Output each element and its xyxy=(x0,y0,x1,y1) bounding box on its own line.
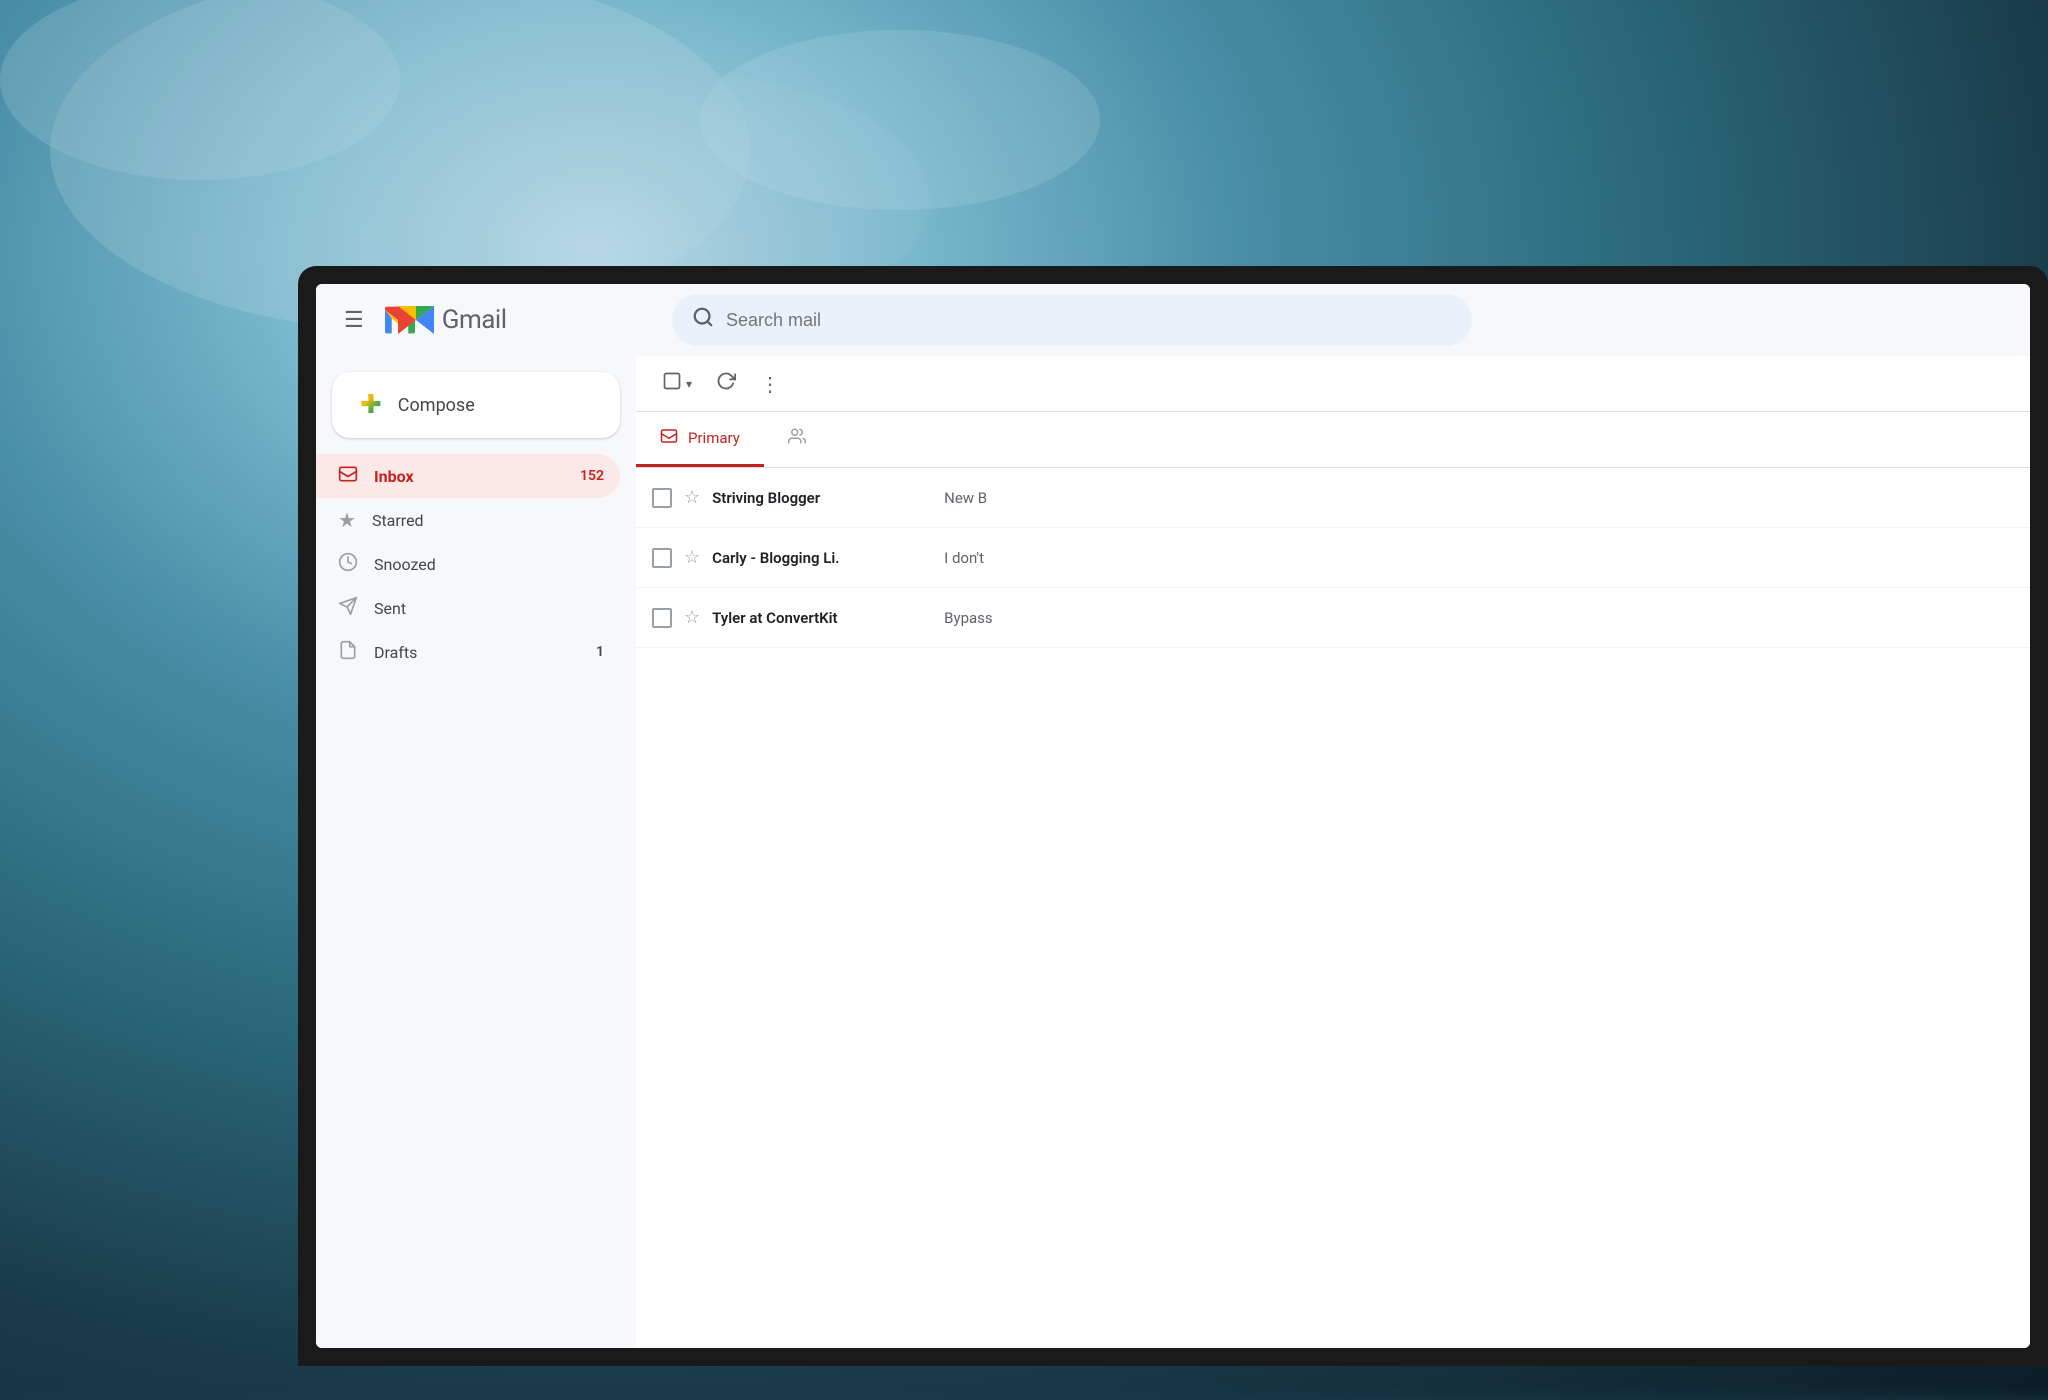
email-checkbox[interactable] xyxy=(652,548,672,568)
snoozed-icon xyxy=(338,552,358,576)
star-button[interactable]: ☆ xyxy=(684,547,700,568)
search-bar[interactable] xyxy=(672,294,1472,346)
email-sender: Carly - Blogging Li. xyxy=(712,549,932,567)
star-icon: ★ xyxy=(338,508,356,532)
dropdown-arrow-icon: ▾ xyxy=(686,377,692,391)
select-all-button[interactable]: ▾ xyxy=(652,363,702,404)
email-sender: Striving Blogger xyxy=(712,489,932,507)
star-button[interactable]: ☆ xyxy=(684,607,700,628)
compose-button[interactable]: ✚ Compose xyxy=(332,372,620,438)
search-input[interactable] xyxy=(726,310,1452,331)
tab-social[interactable] xyxy=(764,412,830,467)
email-preview: Bypass xyxy=(944,609,2014,627)
email-preview: I don't xyxy=(944,549,2014,567)
checkbox-icon xyxy=(662,371,682,396)
top-bar: ☰ xyxy=(316,284,2030,356)
drafts-icon xyxy=(338,640,358,664)
sent-label: Sent xyxy=(374,599,406,618)
sidebar-item-inbox[interactable]: Inbox 152 xyxy=(316,454,620,498)
search-icon xyxy=(692,306,714,334)
inbox-icon xyxy=(338,464,358,488)
menu-button[interactable]: ☰ xyxy=(336,300,372,341)
sidebar: ✚ Compose Inbox 152 ★ Sta xyxy=(316,356,636,1348)
email-row[interactable]: ☆ Carly - Blogging Li. I don't xyxy=(636,528,2030,588)
compose-plus-icon: ✚ xyxy=(360,390,382,420)
email-row[interactable]: ☆ Striving Blogger New B xyxy=(636,468,2030,528)
snoozed-label: Snoozed xyxy=(374,555,436,574)
sidebar-item-snoozed[interactable]: Snoozed xyxy=(316,542,620,586)
email-tabs: Primary xyxy=(636,412,2030,468)
inbox-badge: 152 xyxy=(580,468,604,484)
logo-area: ☰ xyxy=(336,300,656,341)
gmail-screen: ☰ xyxy=(316,284,2030,1348)
email-toolbar: ▾ ⋮ xyxy=(636,356,2030,412)
email-list: ☆ Striving Blogger New B ☆ Carly - Blogg… xyxy=(636,468,2030,1348)
refresh-icon xyxy=(716,371,736,396)
tab-primary[interactable]: Primary xyxy=(636,412,764,467)
email-preview: New B xyxy=(944,489,2014,507)
email-row[interactable]: ☆ Tyler at ConvertKit Bypass xyxy=(636,588,2030,648)
laptop-frame: ☰ xyxy=(298,266,2048,1366)
email-area: ▾ ⋮ xyxy=(636,356,2030,1348)
drafts-label: Drafts xyxy=(374,643,417,662)
compose-label: Compose xyxy=(398,395,475,416)
email-checkbox[interactable] xyxy=(652,608,672,628)
primary-tab-label: Primary xyxy=(688,429,740,447)
more-icon: ⋮ xyxy=(760,372,780,396)
social-tab-icon xyxy=(788,427,806,449)
main-content: ✚ Compose Inbox 152 ★ Sta xyxy=(316,356,2030,1348)
sidebar-item-sent[interactable]: Sent xyxy=(316,586,620,630)
gmail-wordmark: Gmail xyxy=(442,305,507,335)
sent-icon xyxy=(338,596,358,620)
gmail-m-icon xyxy=(398,306,434,334)
star-button[interactable]: ☆ xyxy=(684,487,700,508)
more-options-button[interactable]: ⋮ xyxy=(750,364,790,404)
sidebar-item-drafts[interactable]: Drafts 1 xyxy=(316,630,620,674)
email-sender: Tyler at ConvertKit xyxy=(712,609,932,627)
primary-tab-icon xyxy=(660,427,678,449)
sidebar-item-starred[interactable]: ★ Starred xyxy=(316,498,620,542)
refresh-button[interactable] xyxy=(706,363,746,404)
email-checkbox[interactable] xyxy=(652,488,672,508)
drafts-badge: 1 xyxy=(596,644,604,660)
starred-label: Starred xyxy=(372,511,424,530)
inbox-label: Inbox xyxy=(374,467,414,486)
